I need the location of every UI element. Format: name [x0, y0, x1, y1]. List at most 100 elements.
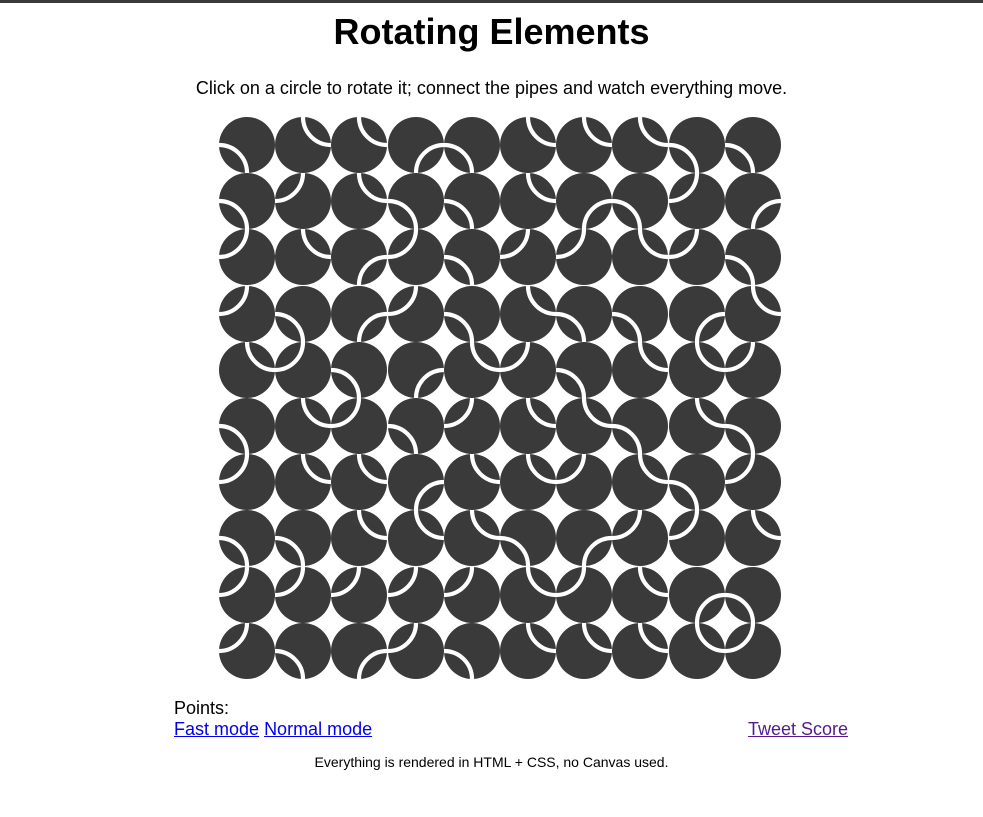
rotating-tile[interactable] — [331, 454, 388, 511]
rotating-tile[interactable] — [219, 398, 275, 454]
rotating-tile[interactable] — [724, 454, 781, 511]
rotating-tile[interactable] — [612, 398, 669, 454]
rotating-tile[interactable] — [275, 566, 332, 623]
rotating-tile[interactable] — [219, 285, 275, 342]
rotating-tile[interactable] — [612, 117, 669, 173]
fast-mode-link[interactable]: Fast mode — [174, 719, 259, 739]
rotating-tile[interactable] — [387, 398, 444, 454]
rotating-tile[interactable] — [724, 622, 781, 679]
rotating-tile[interactable] — [556, 454, 613, 511]
rotating-tile[interactable] — [612, 454, 669, 511]
rotating-tile[interactable] — [387, 566, 444, 623]
rotating-tile[interactable] — [387, 229, 444, 286]
rotating-tile[interactable] — [724, 285, 781, 342]
rotating-tile[interactable] — [275, 285, 332, 342]
rotating-tile[interactable] — [612, 341, 669, 398]
rotating-tile[interactable] — [724, 117, 781, 173]
rotating-tile[interactable] — [612, 285, 669, 342]
rotating-tile[interactable] — [331, 229, 388, 286]
rotating-tile[interactable] — [500, 229, 556, 286]
rotating-tile[interactable] — [331, 566, 388, 623]
rotating-tile[interactable] — [331, 117, 388, 173]
rotating-tile[interactable] — [387, 510, 444, 567]
rotating-tile[interactable] — [556, 285, 613, 342]
rotating-tile[interactable] — [500, 285, 556, 342]
rotating-tile[interactable] — [387, 285, 444, 342]
rotating-tile[interactable] — [668, 341, 725, 398]
rotating-tile[interactable] — [443, 229, 500, 286]
rotating-tile[interactable] — [500, 454, 556, 511]
rotating-tile[interactable] — [724, 510, 781, 567]
rotating-tile[interactable] — [612, 173, 669, 230]
tweet-score-link[interactable]: Tweet Score — [748, 719, 848, 740]
rotating-tile[interactable] — [443, 398, 500, 454]
rotating-tile[interactable] — [275, 398, 332, 454]
rotating-tile[interactable] — [219, 454, 275, 511]
rotating-tile[interactable] — [668, 566, 725, 623]
rotating-tile[interactable] — [556, 398, 613, 454]
rotating-tile[interactable] — [443, 454, 500, 511]
rotating-tile[interactable] — [331, 398, 388, 454]
rotating-tile[interactable] — [668, 510, 725, 567]
rotating-tile[interactable] — [556, 622, 613, 679]
rotating-tile[interactable] — [500, 173, 556, 230]
rotating-tile[interactable] — [275, 341, 332, 398]
rotating-tile[interactable] — [275, 622, 332, 679]
rotating-tile[interactable] — [668, 398, 725, 454]
rotating-tile[interactable] — [331, 510, 388, 567]
rotating-tile[interactable] — [387, 341, 444, 398]
rotating-tile[interactable] — [275, 117, 332, 173]
rotating-tile[interactable] — [500, 510, 556, 567]
rotating-tile[interactable] — [219, 622, 275, 679]
rotating-tile[interactable] — [443, 341, 500, 398]
rotating-tile[interactable] — [724, 341, 781, 398]
rotating-tile[interactable] — [668, 285, 725, 342]
rotating-tile[interactable] — [219, 566, 275, 623]
rotating-tile[interactable] — [443, 622, 500, 679]
rotating-tile[interactable] — [668, 622, 725, 679]
normal-mode-link[interactable]: Normal mode — [264, 719, 372, 739]
rotating-tile[interactable] — [612, 229, 669, 286]
rotating-tile[interactable] — [219, 117, 275, 173]
rotating-tile[interactable] — [500, 341, 556, 398]
rotating-tile[interactable] — [331, 173, 388, 230]
rotating-tile[interactable] — [724, 398, 781, 454]
rotating-tile[interactable] — [668, 229, 725, 286]
rotating-tile[interactable] — [387, 622, 444, 679]
rotating-tile[interactable] — [724, 173, 781, 230]
rotating-tile[interactable] — [443, 566, 500, 623]
rotating-tile[interactable] — [668, 117, 725, 173]
rotating-tile[interactable] — [443, 173, 500, 230]
rotating-tile[interactable] — [612, 622, 669, 679]
rotating-tile[interactable] — [724, 566, 781, 623]
rotating-tile[interactable] — [556, 341, 613, 398]
rotating-tile[interactable] — [443, 117, 500, 173]
rotating-tile[interactable] — [219, 341, 275, 398]
rotating-tile[interactable] — [331, 622, 388, 679]
rotating-tile[interactable] — [387, 173, 444, 230]
rotating-tile[interactable] — [668, 454, 725, 511]
rotating-tile[interactable] — [275, 454, 332, 511]
rotating-tile[interactable] — [612, 510, 669, 567]
rotating-tile[interactable] — [387, 454, 444, 511]
rotating-tile[interactable] — [275, 510, 332, 567]
rotating-tile[interactable] — [556, 510, 613, 567]
rotating-tile[interactable] — [331, 341, 388, 398]
rotating-tile[interactable] — [443, 510, 500, 567]
rotating-tile[interactable] — [724, 229, 781, 286]
rotating-tile[interactable] — [219, 229, 275, 286]
rotating-tile[interactable] — [556, 566, 613, 623]
rotating-tile[interactable] — [387, 117, 444, 173]
rotating-tile[interactable] — [219, 510, 275, 567]
rotating-tile[interactable] — [500, 117, 556, 173]
rotating-tile[interactable] — [612, 566, 669, 623]
rotating-tile[interactable] — [275, 229, 332, 286]
rotating-tile[interactable] — [556, 173, 613, 230]
rotating-tile[interactable] — [331, 285, 388, 342]
rotating-tile[interactable] — [219, 173, 275, 230]
rotating-tile[interactable] — [500, 566, 556, 623]
rotating-tile[interactable] — [500, 622, 556, 679]
rotating-tile[interactable] — [443, 285, 500, 342]
rotating-tile[interactable] — [500, 398, 556, 454]
rotating-tile[interactable] — [556, 229, 613, 286]
